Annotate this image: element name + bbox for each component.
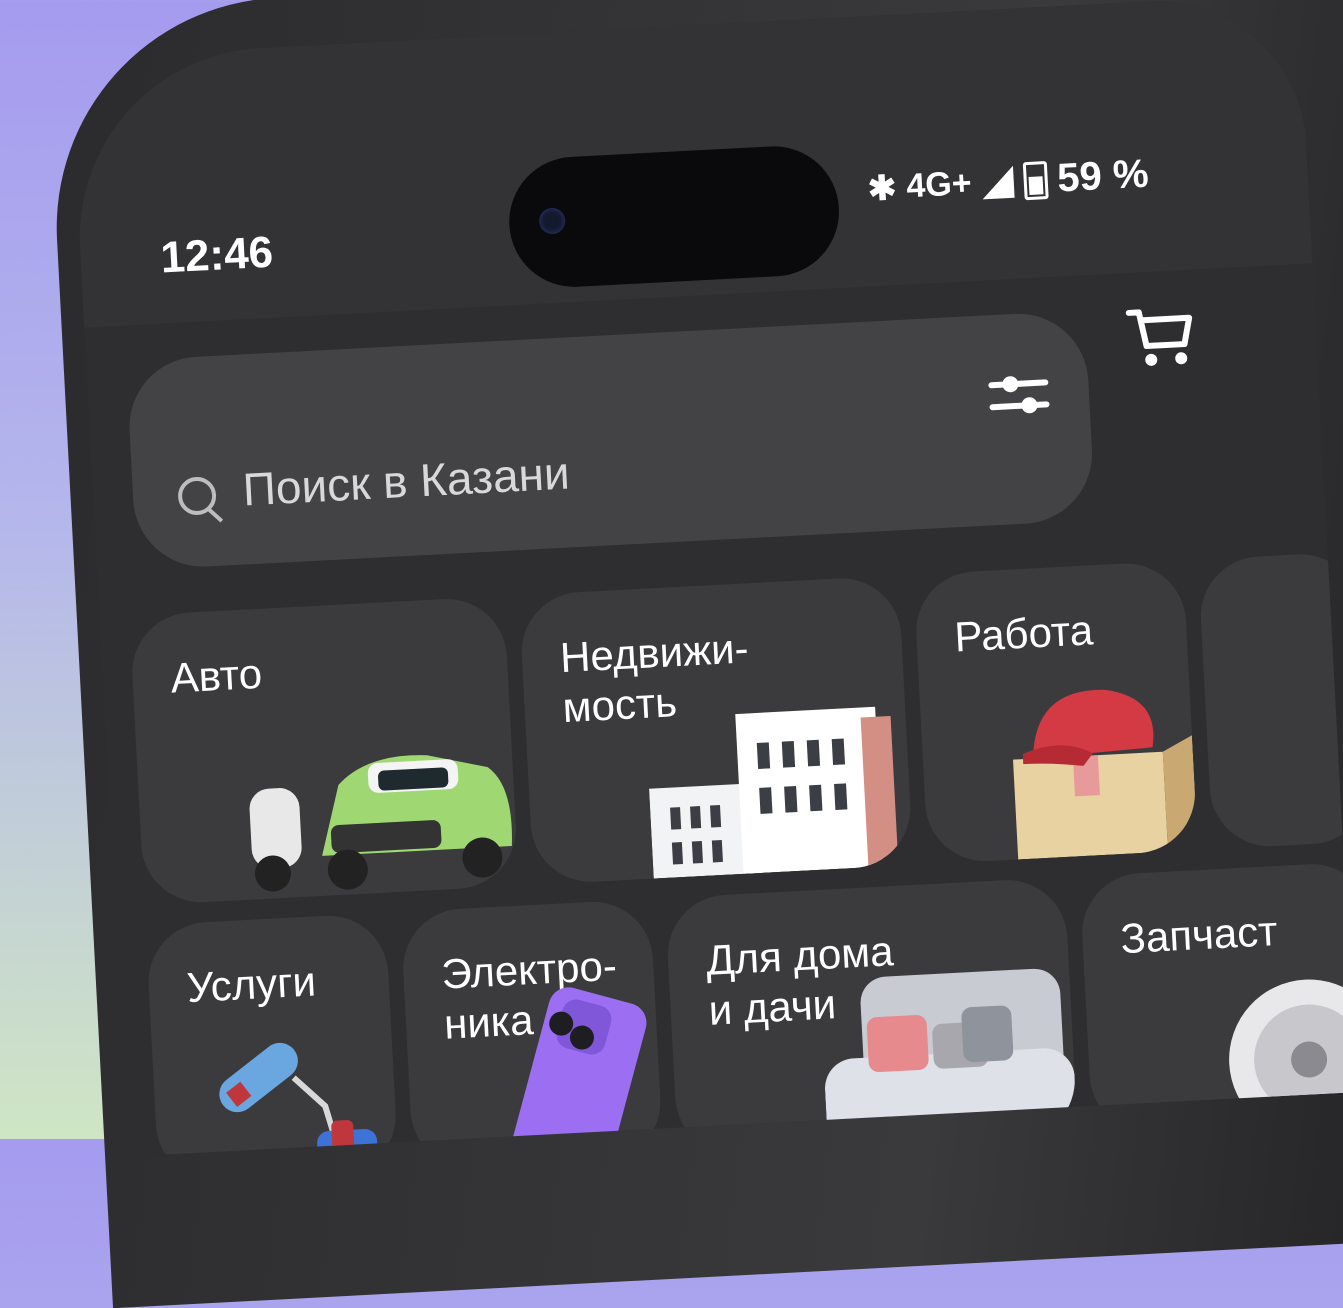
status-time: 12:46 bbox=[159, 227, 275, 283]
cap-box-image bbox=[1013, 689, 1197, 860]
paint-roller-image bbox=[219, 1042, 378, 1157]
battery-percent: 59 % bbox=[1056, 151, 1150, 201]
category-label: Работа bbox=[953, 606, 1095, 661]
category-tile-partial[interactable] bbox=[1197, 551, 1343, 850]
category-tile-electronics[interactable]: Электро- ника bbox=[400, 898, 664, 1157]
car-scooter-image bbox=[249, 755, 512, 892]
network-type: 4G+ bbox=[905, 164, 973, 206]
buildings-image bbox=[649, 706, 899, 879]
camera-icon bbox=[538, 207, 566, 235]
category-tile-realty[interactable]: Недвижи- мость bbox=[518, 575, 914, 885]
category-tile-parts[interactable]: Запчаст bbox=[1079, 861, 1343, 1136]
category-label: Услуги bbox=[185, 957, 318, 1012]
status-indicators: ✱ 4G+ 59 % bbox=[867, 152, 1150, 212]
search-input[interactable]: Поиск в Казани bbox=[241, 445, 570, 516]
category-tile-auto[interactable]: Авто bbox=[129, 596, 519, 906]
category-tile-work[interactable]: Работа bbox=[913, 560, 1198, 865]
search-icon bbox=[177, 475, 218, 516]
search-bar[interactable]: Поиск в Казани bbox=[125, 310, 1096, 571]
category-tile-services[interactable]: Услуги bbox=[145, 912, 399, 1157]
bluetooth-icon: ✱ bbox=[866, 168, 898, 208]
dynamic-island bbox=[505, 143, 843, 291]
battery-icon bbox=[1022, 160, 1049, 200]
category-label: Запчаст bbox=[1119, 907, 1279, 963]
cart-icon[interactable] bbox=[1124, 299, 1198, 373]
category-label: Авто bbox=[169, 649, 264, 702]
signal-icon bbox=[980, 165, 1015, 199]
status-bar: 12:46 ✱ 4G+ 59 % bbox=[70, 0, 1313, 328]
phone-screen: 12:46 ✱ 4G+ 59 % Поиск в Казани Авто Нед… bbox=[70, 0, 1343, 1157]
filter-icon[interactable] bbox=[988, 367, 1051, 422]
phone-image bbox=[509, 987, 647, 1157]
